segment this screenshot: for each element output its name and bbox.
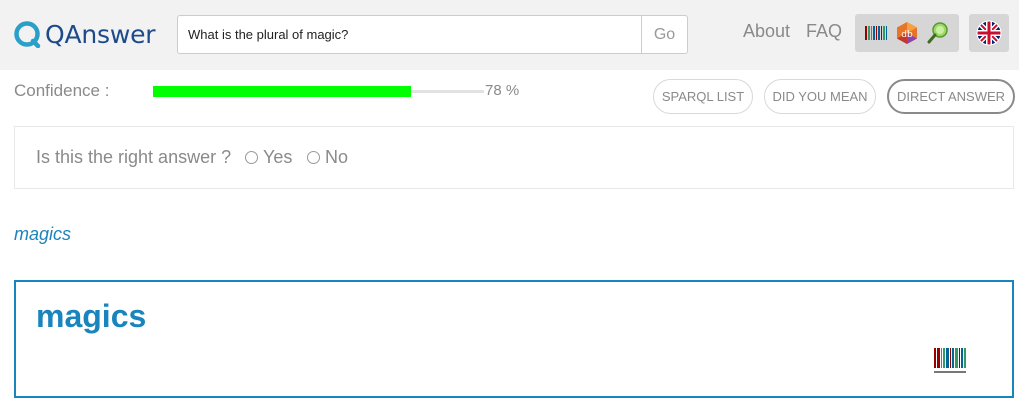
search-kb-icon[interactable]	[926, 21, 950, 45]
tab-did-you-mean[interactable]: DID YOU MEAN	[764, 79, 876, 114]
feedback-question: Is this the right answer ?	[36, 147, 232, 167]
nav-faq-link[interactable]: FAQ	[806, 21, 842, 42]
no-radio[interactable]	[307, 151, 320, 164]
feedback-panel: Is this the right answer ? Yes No	[14, 126, 1014, 189]
no-label: No	[325, 147, 349, 167]
logo-ring-icon	[14, 21, 41, 48]
answer-link[interactable]: magics	[14, 224, 71, 245]
confidence-value: 78 %	[485, 82, 520, 99]
yes-label: Yes	[263, 147, 293, 167]
answer-title: magics	[36, 298, 147, 334]
confidence-bar-fill	[153, 86, 412, 97]
feedback-no-option[interactable]: No	[307, 147, 348, 168]
qanswer-logo[interactable]: QAnswer	[13, 18, 156, 50]
wikidata-icon[interactable]	[864, 21, 888, 45]
wikidata-logo	[934, 348, 966, 373]
dbpedia-icon[interactable]: db	[895, 21, 919, 45]
svg-text:db: db	[901, 30, 913, 40]
go-button[interactable]: Go	[641, 15, 688, 54]
question-input[interactable]	[177, 15, 641, 54]
uk-flag-icon	[976, 20, 1002, 46]
confidence-label: Confidence :	[14, 81, 110, 100]
logo-text: QAnswer	[45, 19, 156, 49]
language-selector[interactable]	[969, 14, 1009, 52]
nav-about-link[interactable]: About	[743, 21, 790, 42]
feedback-yes-option[interactable]: Yes	[245, 147, 292, 168]
knowledge-base-selector: db	[855, 14, 959, 52]
search-bar: Go	[177, 15, 688, 54]
tab-direct-answer[interactable]: DIRECT ANSWER	[887, 79, 1015, 114]
confidence-bar	[153, 86, 484, 97]
top-bar: QAnswer Go About FAQ db	[0, 0, 1019, 70]
yes-radio[interactable]	[245, 151, 258, 164]
tab-sparql-list[interactable]: SPARQL LIST	[653, 79, 753, 114]
answer-card: magics	[14, 280, 1014, 398]
